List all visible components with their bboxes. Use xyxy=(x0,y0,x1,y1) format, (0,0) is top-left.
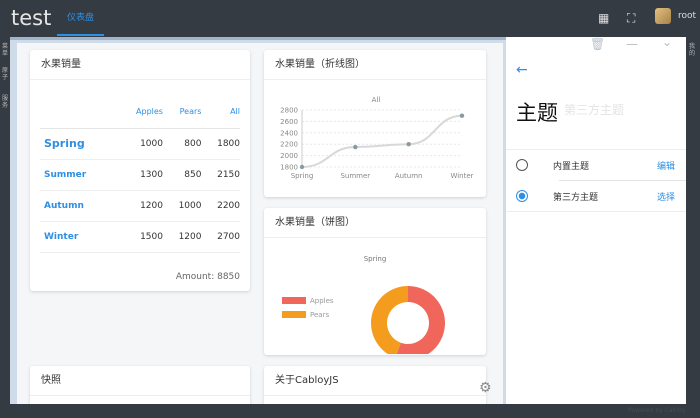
sales-table-card: 水果销量 Apples Pears All Spring 1000 800 1800 Su… xyxy=(30,50,250,291)
sales-table: Apples Pears All Spring 1000 800 1800 Summer 1… xyxy=(40,96,240,253)
x-tick-label: Spring xyxy=(291,172,314,180)
theme-item-third-party[interactable]: 第三方主题 选择 xyxy=(506,181,686,212)
y-tick-label: 2600 xyxy=(280,118,298,126)
panel-title: 主题 xyxy=(516,101,558,125)
theme-item-builtin[interactable]: 内置主题 编辑 xyxy=(506,150,686,181)
layout-icon[interactable]: ▦ xyxy=(598,11,609,25)
dashboard-area: 水果销量 Apples Pears All Spring 1000 800 1800 Su… xyxy=(10,37,513,416)
avatar[interactable] xyxy=(655,8,671,24)
season-link[interactable]: Winter xyxy=(40,221,118,253)
chart-title: All xyxy=(372,96,381,104)
season-link[interactable]: Summer xyxy=(40,159,118,191)
y-tick-label: 2000 xyxy=(280,152,298,160)
radio-button[interactable] xyxy=(516,159,528,171)
theme-label: 内置主题 xyxy=(553,162,590,172)
theme-label: 第三方主题 xyxy=(553,193,599,203)
sidebar-item-atom[interactable]: 原子 xyxy=(2,67,9,81)
column-header: All xyxy=(201,96,240,129)
card-title: 水果销量（折线图） xyxy=(264,50,486,80)
chart-title: Spring xyxy=(364,255,387,263)
card-title: 水果销量（饼图） xyxy=(264,208,486,238)
tab-dashboard[interactable]: 仪表盘 xyxy=(57,0,104,36)
select-link[interactable]: 选择 xyxy=(657,190,675,203)
card-title: 关于CabloyJS xyxy=(264,366,486,396)
x-tick-label: Summer xyxy=(340,172,370,180)
top-bar: test 仪表盘 ▦ ⛶ root xyxy=(0,0,700,37)
fullscreen-icon[interactable]: ⛶ xyxy=(627,11,635,26)
series-line xyxy=(301,114,463,168)
app-title: test xyxy=(11,6,52,30)
username[interactable]: root xyxy=(678,11,696,21)
data-point xyxy=(459,113,465,118)
data-point xyxy=(353,144,358,150)
y-tick-label: 2200 xyxy=(280,141,298,149)
table-row: Winter 1500 1200 2700 xyxy=(40,221,240,253)
footer: Powered by Cabloy xyxy=(0,404,700,418)
sidebar-item-service[interactable]: 服务 xyxy=(2,95,9,109)
amount-total: Amount: 8850 xyxy=(175,272,240,282)
pie-chart-card: 水果销量（饼图） Spring Apples Pears xyxy=(264,208,486,360)
sidebar-item-menu[interactable]: 菜单 xyxy=(2,43,9,57)
y-tick-label: 2400 xyxy=(280,129,298,137)
y-tick-label: 1800 xyxy=(280,164,298,172)
season-link[interactable]: Autumn xyxy=(40,190,118,222)
footer-text: Powered by Cabloy xyxy=(628,407,686,414)
left-sidebar: 菜单 原子 服务 xyxy=(0,37,10,418)
back-arrow-icon[interactable]: ← xyxy=(516,62,528,78)
edit-link[interactable]: 编辑 xyxy=(657,159,675,172)
gear-icon[interactable]: ⚙ xyxy=(479,380,492,396)
minimize-icon[interactable]: — xyxy=(626,37,638,51)
line-chart-card: 水果销量（折线图） All 1800 2000 2200 2400 2600 2800 Spr… xyxy=(264,50,486,197)
card-title: 水果销量 xyxy=(30,50,250,80)
column-header: Pears xyxy=(162,96,202,129)
trash-icon[interactable]: 🗑 xyxy=(590,37,605,51)
faded-title: 第三方主题 xyxy=(564,103,625,117)
data-point xyxy=(406,142,411,147)
pie-chart: Spring Apples Pears xyxy=(282,255,445,360)
data-point xyxy=(299,164,305,170)
legend-label: Pears xyxy=(310,311,329,319)
sidebar-item-mine[interactable]: 我的 xyxy=(689,43,696,57)
chevron-down-icon[interactable]: ⌄ xyxy=(662,35,672,49)
theme-panel: 🗑 — ⌄ ← 主题 第三方主题 内置主题 编辑 第三方主题 选择 xyxy=(506,35,686,404)
table-row: Autumn 1200 1000 2200 xyxy=(40,190,240,222)
y-tick-label: 2800 xyxy=(280,107,298,115)
legend-swatch xyxy=(282,311,306,318)
radio-button-selected[interactable] xyxy=(516,190,528,202)
legend-swatch xyxy=(282,297,306,304)
right-sidebar: 我的 xyxy=(686,37,700,404)
column-header: Apples xyxy=(117,96,163,129)
card-title: 快照 xyxy=(30,366,250,396)
season-link[interactable]: Spring xyxy=(40,128,118,160)
x-tick-label: Winter xyxy=(450,172,473,180)
legend-label: Apples xyxy=(310,297,334,305)
table-row: Summer 1300 850 2150 xyxy=(40,159,240,191)
line-chart: All 1800 2000 2200 2400 2600 2800 Spring Summer A… xyxy=(280,96,473,180)
table-row: Spring 1000 800 1800 xyxy=(40,128,240,160)
x-tick-label: Autumn xyxy=(395,172,423,180)
